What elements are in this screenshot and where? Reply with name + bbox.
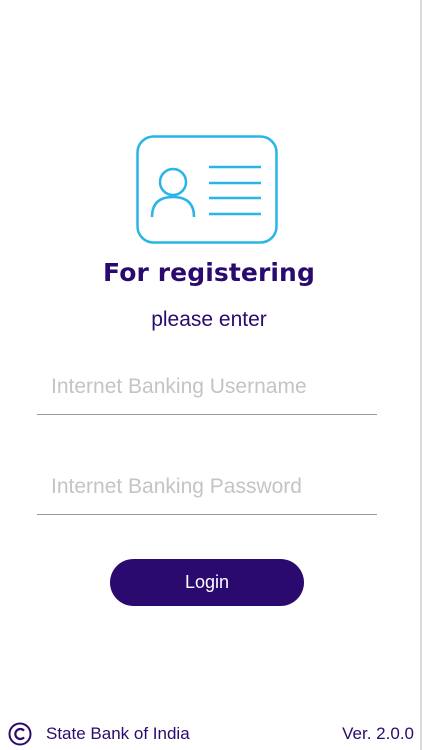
- page-title: For registering: [103, 258, 315, 287]
- password-field: [37, 462, 377, 515]
- app-version: Ver. 2.0.0: [342, 724, 414, 743]
- id-card-icon: [136, 135, 278, 244]
- password-input[interactable]: [51, 462, 371, 512]
- username-input[interactable]: [51, 362, 371, 412]
- footer: State Bank of India Ver. 2.0.0: [0, 718, 422, 748]
- page-subtitle: please enter: [151, 308, 267, 331]
- copyright-icon: [8, 722, 32, 746]
- bank-name: State Bank of India: [46, 724, 190, 743]
- username-field: [37, 362, 377, 415]
- login-button[interactable]: Login: [110, 559, 304, 606]
- registration-screen: For registering please enter Login State…: [0, 0, 422, 750]
